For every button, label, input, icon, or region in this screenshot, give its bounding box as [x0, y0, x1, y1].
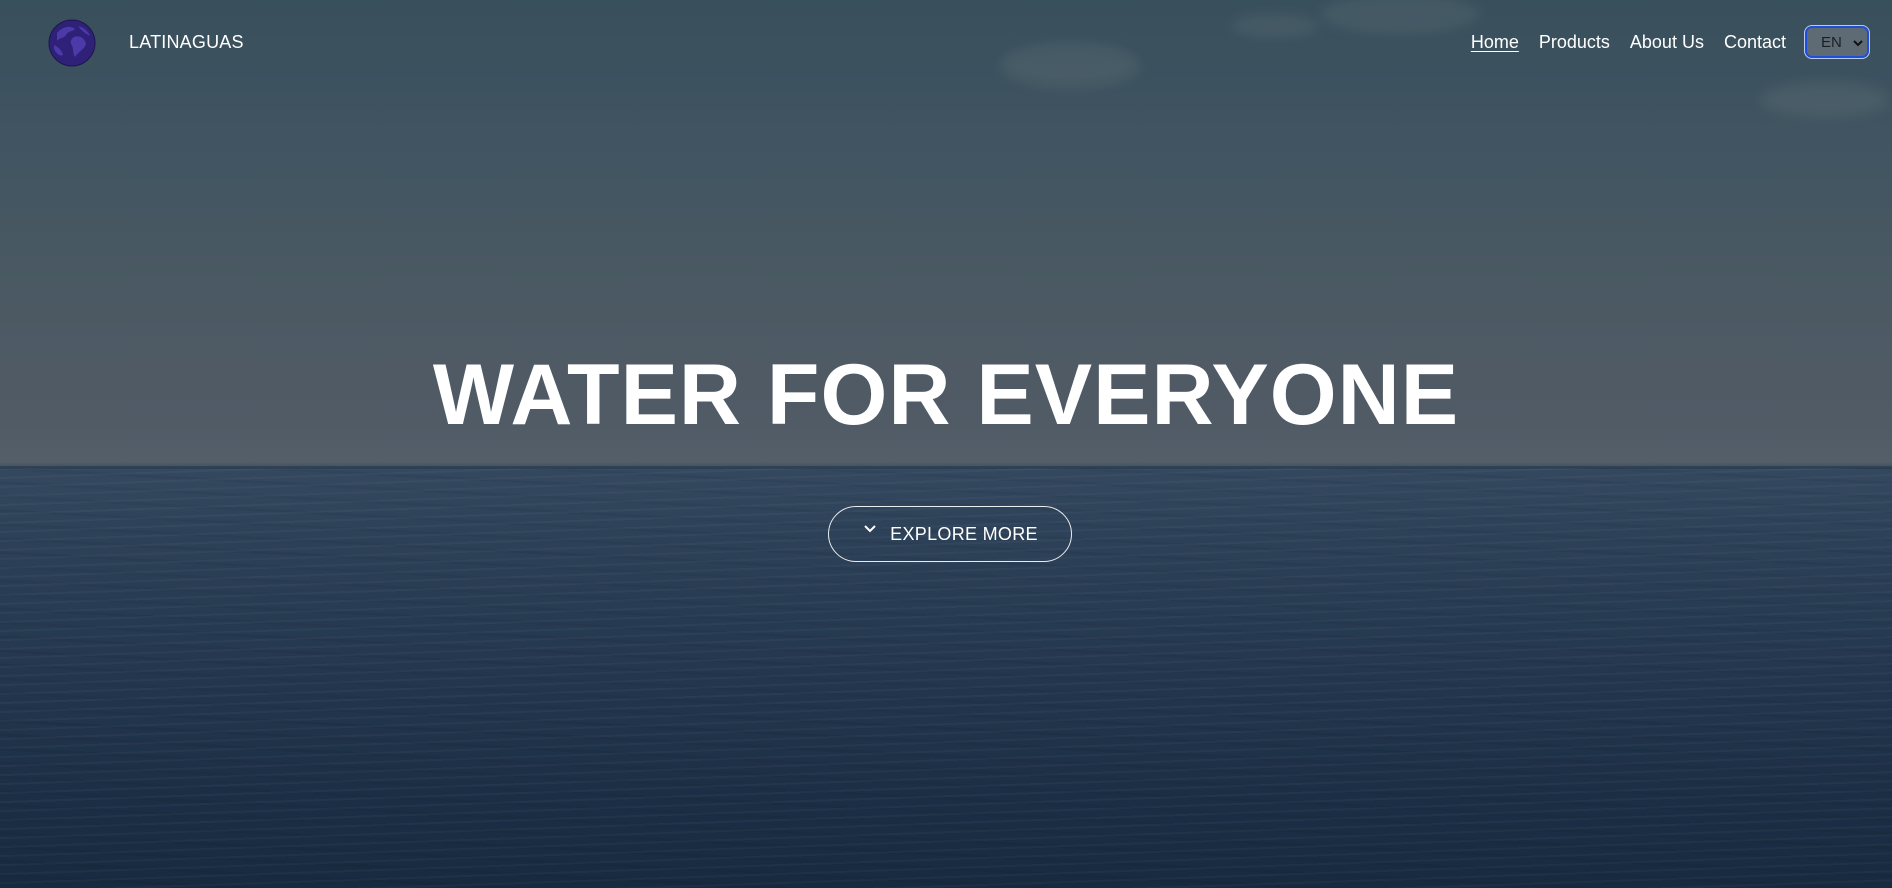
language-select[interactable]: EN	[1804, 25, 1870, 59]
chevron-down-icon	[1852, 36, 1864, 48]
globe-icon[interactable]	[48, 19, 96, 67]
nav-link-about-us[interactable]: About Us	[1630, 32, 1704, 53]
nav-link-products[interactable]: Products	[1539, 32, 1610, 53]
language-selected-value: EN	[1821, 33, 1842, 51]
hero-headline: WATER FOR EVERYONE	[432, 347, 1460, 443]
explore-more-label: EXPLORE MORE	[890, 523, 1038, 544]
site-header: LATINAGUAS Home Products About Us Contac…	[0, 0, 1892, 88]
nav-link-contact[interactable]: Contact	[1724, 32, 1786, 53]
explore-more-button[interactable]: EXPLORE MORE	[828, 506, 1072, 562]
brand-name[interactable]: LATINAGUAS	[129, 32, 244, 53]
nav-link-home[interactable]: Home	[1471, 32, 1519, 53]
main-nav: Home Products About Us Contact	[1471, 32, 1786, 53]
hero-section: LATINAGUAS Home Products About Us Contac…	[0, 0, 1892, 888]
chevron-down-icon	[862, 521, 878, 537]
